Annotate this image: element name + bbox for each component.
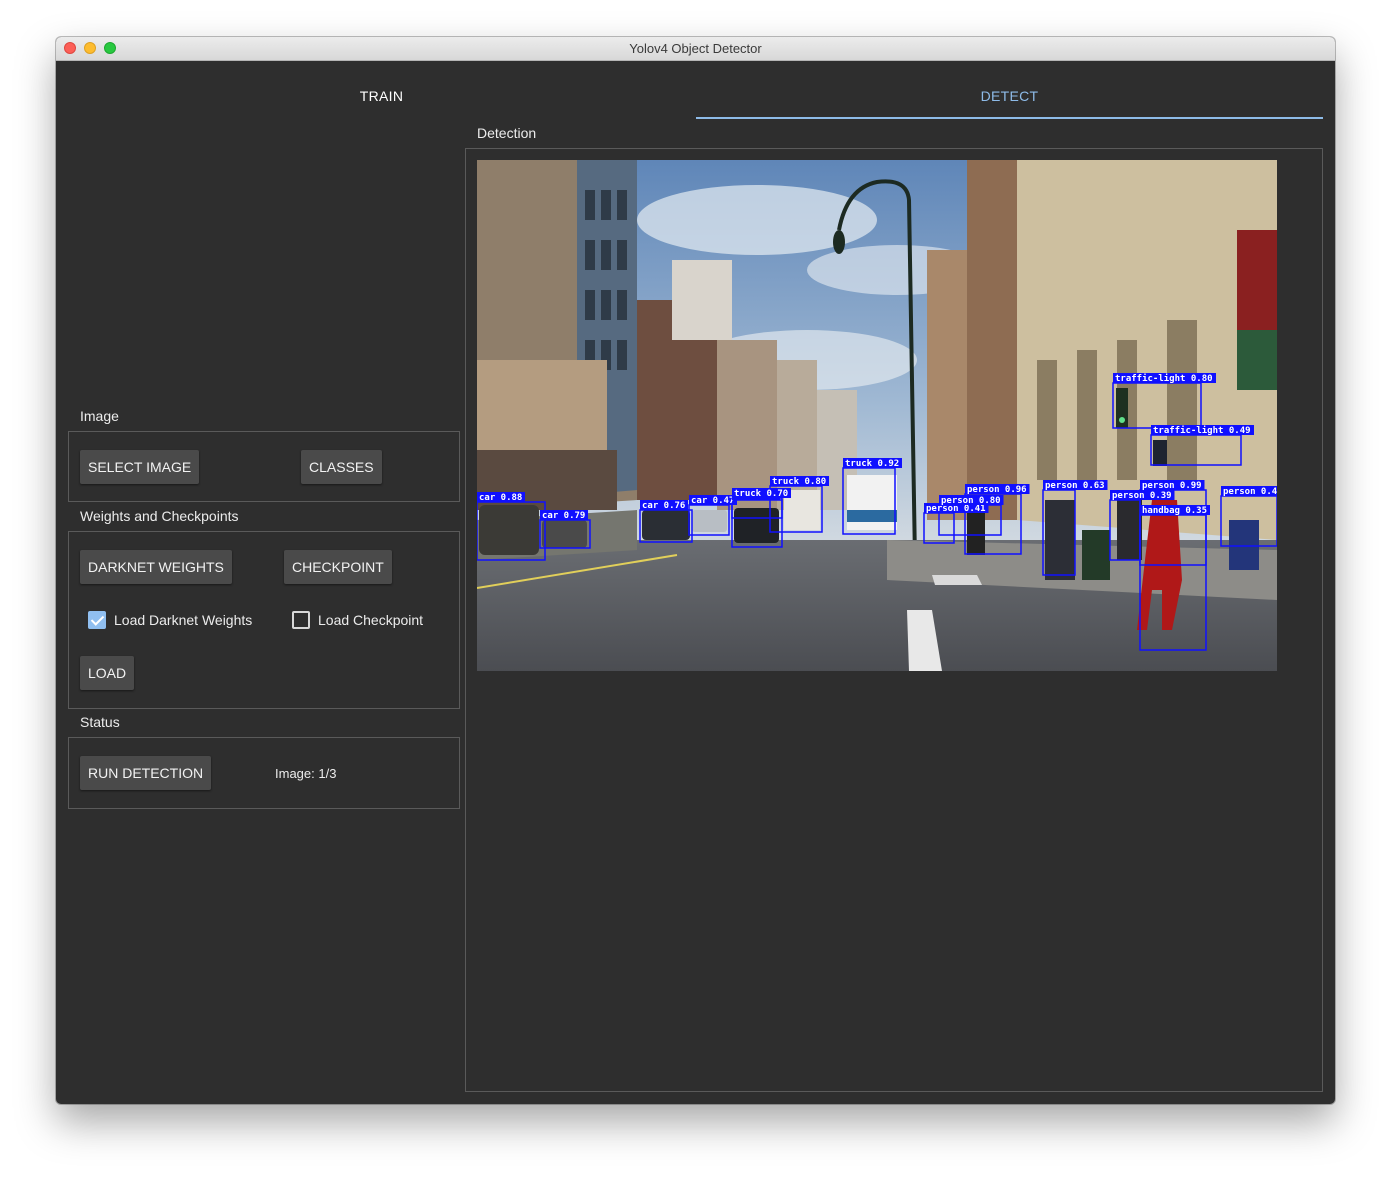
detection-label: person 0.42 <box>1223 487 1277 497</box>
image-section-label: Image <box>80 408 119 424</box>
detection-label: traffic-light 0.80 <box>1115 373 1213 384</box>
detection-label: car 0.79 <box>542 511 585 521</box>
detection-label: person 0.96 <box>967 485 1027 495</box>
detection-label: person 0.63 <box>1045 481 1105 491</box>
window-title: Yolov4 Object Detector <box>629 41 762 56</box>
detection-label: person 0.39 <box>1112 491 1172 501</box>
checkbox-unchecked-icon <box>292 611 310 629</box>
image-group: SELECT IMAGE CLASSES <box>68 431 460 502</box>
checkbox-checked-icon <box>88 611 106 629</box>
detection-label: person 0.80 <box>941 496 1001 506</box>
load-darknet-weights-checkbox[interactable]: Load Darknet Weights <box>88 611 252 629</box>
detection-label: truck 0.70 <box>734 489 788 499</box>
detection-image: car 0.88car 0.79car 0.76car 0.47car 0.79… <box>477 160 1277 671</box>
checkpoint-button[interactable]: CHECKPOINT <box>284 550 392 584</box>
load-checkpoint-checkbox[interactable]: Load Checkpoint <box>292 611 423 629</box>
active-tab-indicator <box>696 117 1323 119</box>
detection-label: car 0.47 <box>691 496 734 506</box>
classes-button[interactable]: CLASSES <box>301 450 382 484</box>
detection-label: traffic-light 0.49 <box>1153 425 1251 436</box>
weights-section-label: Weights and Checkpoints <box>80 508 239 524</box>
detection-label: handbag 0.35 <box>1142 506 1207 516</box>
tab-detect[interactable]: DETECT <box>696 60 1323 120</box>
detection-section-label: Detection <box>477 125 537 141</box>
detection-label: car 0.76 <box>642 501 685 511</box>
title-bar: Yolov4 Object Detector <box>56 37 1335 61</box>
weights-group: DARKNET WEIGHTS CHECKPOINT Load Darknet … <box>68 531 460 709</box>
image-counter: Image: 1/3 <box>275 766 337 781</box>
select-image-button[interactable]: SELECT IMAGE <box>80 450 200 484</box>
app-window: Yolov4 Object Detector TRAIN DETECT Imag… <box>56 37 1335 1104</box>
detection-label: truck 0.92 <box>845 459 899 469</box>
detection-label: truck 0.80 <box>772 477 826 487</box>
detection-label: person 0.99 <box>1142 481 1202 491</box>
detection-label: car 0.88 <box>479 493 522 503</box>
tab-bar: TRAIN DETECT <box>68 60 1323 120</box>
tab-train[interactable]: TRAIN <box>68 60 695 120</box>
load-checkpoint-label: Load Checkpoint <box>318 612 424 628</box>
run-detection-button[interactable]: RUN DETECTION <box>80 756 212 790</box>
darknet-weights-button[interactable]: DARKNET WEIGHTS <box>80 550 232 584</box>
load-darknet-weights-label: Load Darknet Weights <box>114 612 253 628</box>
load-button[interactable]: LOAD <box>80 656 135 690</box>
status-section-label: Status <box>80 714 120 730</box>
status-group: RUN DETECTION Image: 1/3 <box>68 737 460 809</box>
